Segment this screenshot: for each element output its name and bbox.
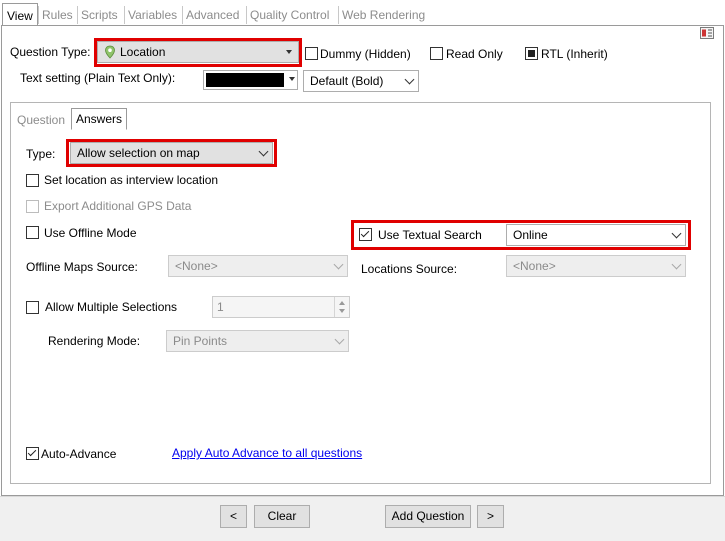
tab-answers[interactable]: Answers — [71, 108, 128, 130]
text-style-value: Default (Bold) — [310, 74, 384, 88]
tab-web-rendering[interactable]: Web Rendering — [338, 6, 428, 24]
highlight-box — [351, 220, 691, 250]
text-setting-label: Text setting (Plain Text Only): — [20, 71, 176, 85]
multiple-count-value: 1 — [217, 300, 224, 314]
question-type-label: Question Type: — [10, 45, 91, 59]
color-swatch — [206, 73, 284, 87]
rendering-mode-dropdown[interactable]: Pin Points — [166, 330, 349, 352]
read-only-checkbox[interactable] — [430, 47, 443, 60]
export-gps-label: Export Additional GPS Data — [44, 199, 192, 213]
tab-variables[interactable]: Variables — [124, 6, 180, 24]
rtl-label: RTL (Inherit) — [541, 47, 608, 61]
rtl-checkbox[interactable] — [525, 47, 538, 60]
tab-scripts[interactable]: Scripts — [77, 6, 121, 24]
tab-view[interactable]: View — [2, 3, 38, 26]
locations-source-dropdown[interactable]: <None> — [506, 255, 686, 277]
set-location-checkbox[interactable] — [26, 174, 39, 187]
bottom-bar — [0, 496, 725, 541]
offline-mode-label: Use Offline Mode — [44, 226, 137, 240]
locations-source-value: <None> — [513, 259, 556, 273]
chevron-down-icon — [330, 331, 348, 351]
chevron-down-icon — [329, 256, 347, 276]
dummy-label: Dummy (Hidden) — [320, 47, 411, 61]
tab-question[interactable]: Question — [13, 110, 69, 130]
text-color-picker[interactable] — [203, 70, 298, 90]
stepper-down-icon[interactable] — [339, 309, 345, 313]
next-button[interactable]: > — [477, 505, 504, 528]
auto-advance-checkbox[interactable] — [26, 447, 39, 460]
chevron-down-icon — [400, 71, 418, 91]
top-tab-bar: View Rules Scripts Variables Advanced Qu… — [0, 0, 725, 26]
clear-button[interactable]: Clear — [254, 505, 310, 528]
dummy-checkbox[interactable] — [305, 47, 318, 60]
offline-maps-label: Offline Maps Source: — [26, 260, 138, 274]
tab-rules[interactable]: Rules — [38, 6, 76, 24]
locations-source-label: Locations Source: — [361, 262, 458, 276]
auto-advance-label: Auto-Advance — [41, 447, 117, 461]
rendering-mode-label: Rendering Mode: — [48, 334, 141, 348]
set-location-label: Set location as interview location — [44, 173, 219, 187]
multiple-selections-checkbox[interactable] — [26, 301, 39, 314]
previous-button[interactable]: < — [220, 505, 247, 528]
multiple-count-stepper[interactable]: 1 — [212, 296, 350, 318]
chevron-down-icon — [667, 256, 685, 276]
export-gps-checkbox[interactable] — [26, 200, 39, 213]
multiple-selections-label: Allow Multiple Selections — [45, 300, 178, 314]
add-question-button[interactable]: Add Question — [385, 505, 471, 528]
offline-mode-checkbox[interactable] — [26, 226, 39, 239]
offline-maps-value: <None> — [175, 259, 218, 273]
answer-type-label: Type: — [26, 147, 56, 161]
rendering-mode-value: Pin Points — [173, 334, 228, 348]
indeterminate-mark — [528, 50, 535, 57]
stepper-up-icon[interactable] — [339, 301, 345, 305]
tab-advanced[interactable]: Advanced — [182, 6, 242, 24]
highlight-box — [94, 38, 302, 67]
panel-layout-icon[interactable] — [700, 27, 714, 39]
read-only-label: Read Only — [446, 47, 503, 61]
text-style-dropdown[interactable]: Default (Bold) — [303, 70, 419, 92]
color-dropdown-icon — [289, 77, 295, 81]
offline-maps-dropdown[interactable]: <None> — [168, 255, 348, 277]
tab-quality-control[interactable]: Quality Control — [246, 6, 332, 24]
apply-auto-advance-link[interactable]: Apply Auto Advance to all questions — [172, 446, 362, 460]
highlight-box — [66, 139, 277, 167]
stepper-arrows[interactable] — [334, 297, 349, 317]
